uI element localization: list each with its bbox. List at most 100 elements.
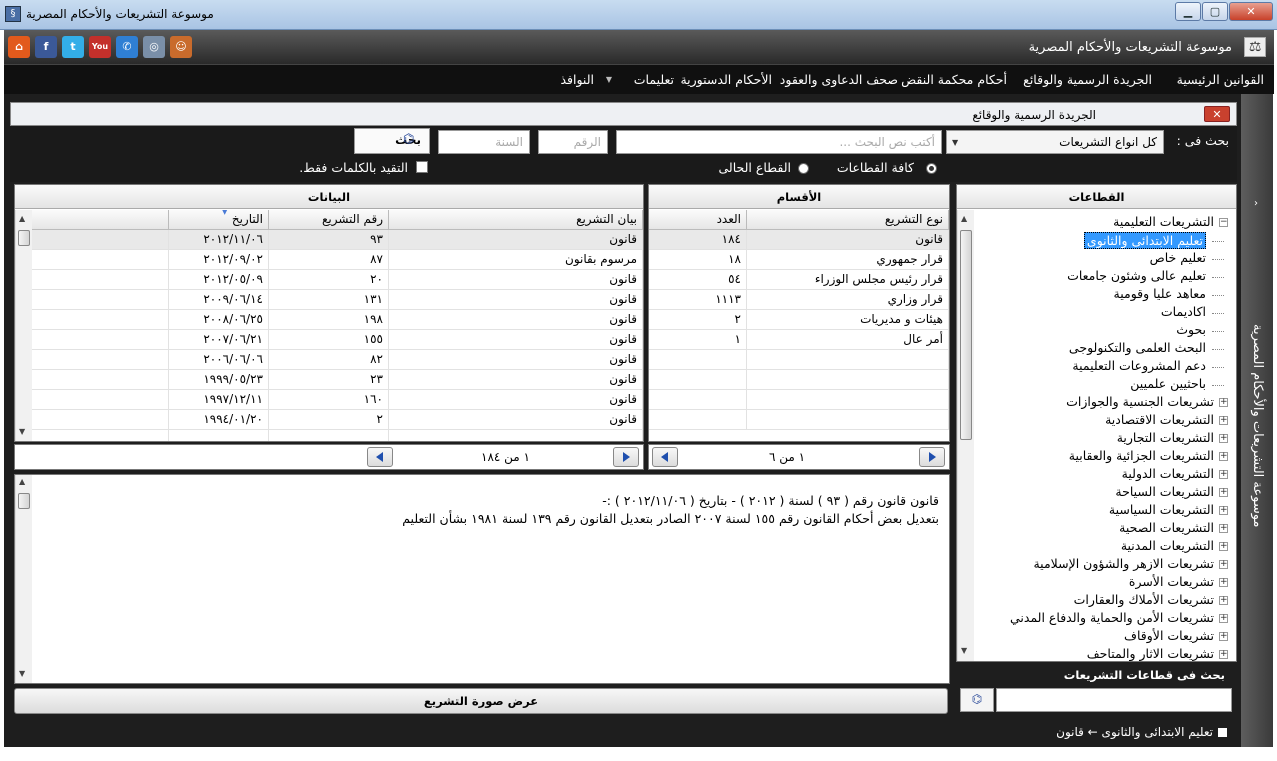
scroll-down-icon[interactable]: ▼	[19, 669, 25, 678]
table-cell[interactable]: ٢٠١٢/٠٩/٠٢	[169, 250, 269, 270]
table-row[interactable]	[389, 430, 643, 441]
tree-child-node[interactable]: باحثيين علميين	[1130, 376, 1206, 391]
menu-windows[interactable]: النوافذ	[560, 72, 594, 87]
table-cell[interactable]: ٥٤	[649, 270, 747, 290]
search-button[interactable]: بحث ⌬	[354, 128, 430, 154]
table-cell[interactable]: ١٣١	[269, 290, 389, 310]
col-legislation-number[interactable]: رقم التشريع	[269, 210, 389, 230]
table-cell[interactable]: ٢٠١٢/١١/٠٦	[169, 230, 269, 250]
table-cell[interactable]: ٩٣	[269, 230, 389, 250]
table-cell[interactable]: ١٨٤	[649, 230, 747, 250]
minimize-button[interactable]: ▁	[1175, 2, 1201, 21]
col-legislation-statement[interactable]: بيان التشريع	[389, 210, 643, 230]
table-cell[interactable]: ١٩٩٩/٠٥/٢٣	[169, 370, 269, 390]
tree-child-node[interactable]: دعم المشروعات التعليمية	[1072, 358, 1206, 373]
tree-node[interactable]: تشريعات الأوقاف	[1124, 628, 1214, 643]
tree-expander[interactable]: +	[1219, 650, 1228, 659]
tree-child-node[interactable]: بحوث	[1176, 322, 1206, 337]
scroll-up-icon[interactable]: ▲	[19, 477, 25, 486]
scroll-up-icon[interactable]: ▲	[19, 214, 25, 223]
tree-expander[interactable]: +	[1219, 488, 1228, 497]
tree-node[interactable]: التشريعات الصحية	[1119, 520, 1214, 535]
panel-close-button[interactable]: ✕	[1204, 106, 1230, 122]
tree-expander[interactable]: +	[1219, 470, 1228, 479]
table-cell[interactable]: ٢٠٠٩/٠٦/١٤	[169, 290, 269, 310]
sectors-scroll-thumb[interactable]	[960, 230, 972, 440]
globe-icon[interactable]: ◎	[143, 36, 165, 58]
menu-constitutional-rulings[interactable]: الأحكام الدستورية	[680, 72, 772, 87]
table-cell[interactable]: ١٩٩٤/٠١/٢٠	[169, 410, 269, 430]
tree-node[interactable]: التشريعات الدولية	[1122, 466, 1214, 481]
tree-child-node[interactable]: تعليم خاص	[1150, 250, 1206, 265]
table-cell[interactable]: ٢٠١٢/٠٥/٠٩	[169, 270, 269, 290]
table-cell[interactable]: ٢٠	[269, 270, 389, 290]
tree-node[interactable]: تشريعات الأمن والحماية والدفاع المدني	[1010, 610, 1214, 625]
tree-expander[interactable]: +	[1219, 632, 1228, 641]
tree-node[interactable]: تشريعات الجنسية والجوازات	[1066, 394, 1214, 409]
table-cell[interactable]	[169, 430, 269, 441]
table-cell[interactable]	[269, 430, 389, 441]
phone-icon[interactable]: ✆	[116, 36, 138, 58]
tree-expander[interactable]: +	[1219, 452, 1228, 461]
table-row[interactable]	[747, 370, 949, 390]
table-cell[interactable]	[649, 410, 747, 430]
table-cell[interactable]: ٢٣	[269, 370, 389, 390]
table-row[interactable]: مرسوم بقانون	[389, 250, 643, 270]
sectors-search-input[interactable]	[996, 688, 1232, 712]
tree-child-node[interactable]: تعليم عالى وشئون جامعات	[1067, 268, 1206, 283]
tree-expander[interactable]: +	[1219, 506, 1228, 515]
table-cell[interactable]: ١٦٠	[269, 390, 389, 410]
tree-node[interactable]: تشريعات الازهر والشؤون الإسلامية	[1033, 556, 1214, 571]
chevron-right-icon[interactable]: ›	[1254, 198, 1258, 209]
table-row[interactable]: قانون	[389, 310, 643, 330]
tree-expander[interactable]: +	[1219, 614, 1228, 623]
radio-all-sectors[interactable]	[926, 163, 937, 174]
table-row[interactable]	[747, 410, 949, 430]
tree-node[interactable]: التشريعات الاقتصادية	[1105, 412, 1214, 427]
tree-node[interactable]: التشريعات التعليمية	[1113, 214, 1214, 229]
col-legislation-type[interactable]: نوع التشريع	[747, 210, 949, 230]
table-cell[interactable]	[649, 370, 747, 390]
home-icon[interactable]: ⌂	[8, 36, 30, 58]
table-cell[interactable]	[649, 350, 747, 370]
table-cell[interactable]: ٢	[269, 410, 389, 430]
scroll-down-icon[interactable]: ▼	[19, 427, 25, 436]
table-row[interactable]: قانون	[389, 350, 643, 370]
prev-page-button[interactable]	[652, 447, 678, 467]
close-window-button[interactable]: ✕	[1229, 2, 1273, 21]
tree-expander[interactable]: +	[1219, 416, 1228, 425]
col-count[interactable]: العدد	[649, 210, 747, 230]
table-cell[interactable]: ٢٠٠٦/٠٦/٠٦	[169, 350, 269, 370]
user-icon[interactable]: ☺	[170, 36, 192, 58]
menu-official-gazette[interactable]: الجريدة الرسمية والوقائع	[1023, 72, 1152, 87]
scroll-down-icon[interactable]: ▼	[961, 646, 967, 655]
tree-node[interactable]: التشريعات الجزائية والعقابية	[1069, 448, 1214, 463]
legislation-type-select[interactable]: كل انواع التشريعات	[946, 130, 1164, 154]
table-row[interactable]: قانون	[747, 230, 949, 250]
tree-expander[interactable]: +	[1219, 434, 1228, 443]
tree-node[interactable]: تشريعات الاثار والمتاحف	[1087, 646, 1214, 661]
next-page-button[interactable]	[919, 447, 945, 467]
detail-scroll-thumb[interactable]	[18, 493, 30, 509]
table-row[interactable]: قانون	[389, 290, 643, 310]
tree-child-node[interactable]: تعليم الابتدائى والثانوى	[1083, 232, 1206, 249]
view-image-button[interactable]: عرض صورة التشريع	[14, 688, 948, 714]
table-row[interactable]: قانون	[389, 270, 643, 290]
tree-expander[interactable]: +	[1219, 578, 1228, 587]
menu-instructions[interactable]: تعليمات	[634, 72, 674, 87]
table-row[interactable]: قانون	[389, 410, 643, 430]
search-text-input[interactable]: أكتب نص البحث ...	[616, 130, 942, 154]
table-row[interactable]: قرار رئيس مجلس الوزراء	[747, 270, 949, 290]
tree-node[interactable]: التشريعات السياحة	[1115, 484, 1214, 499]
table-row[interactable]: قرار جمهوري	[747, 250, 949, 270]
table-cell[interactable]: ١٩٩٧/١٢/١١	[169, 390, 269, 410]
tree-expander[interactable]: +	[1219, 524, 1228, 533]
sectors-scrollbar[interactable]: ▲ ▼	[957, 210, 974, 661]
tree-node[interactable]: تشريعات الأسرة	[1129, 574, 1214, 589]
table-cell[interactable]: ١٨	[649, 250, 747, 270]
table-cell[interactable]: ٨٢	[269, 350, 389, 370]
detail-scrollbar[interactable]: ▲ ▼	[15, 475, 32, 683]
table-row[interactable]: قانون	[389, 370, 643, 390]
twitter-icon[interactable]: t	[62, 36, 84, 58]
radio-current-sector[interactable]	[798, 163, 809, 174]
